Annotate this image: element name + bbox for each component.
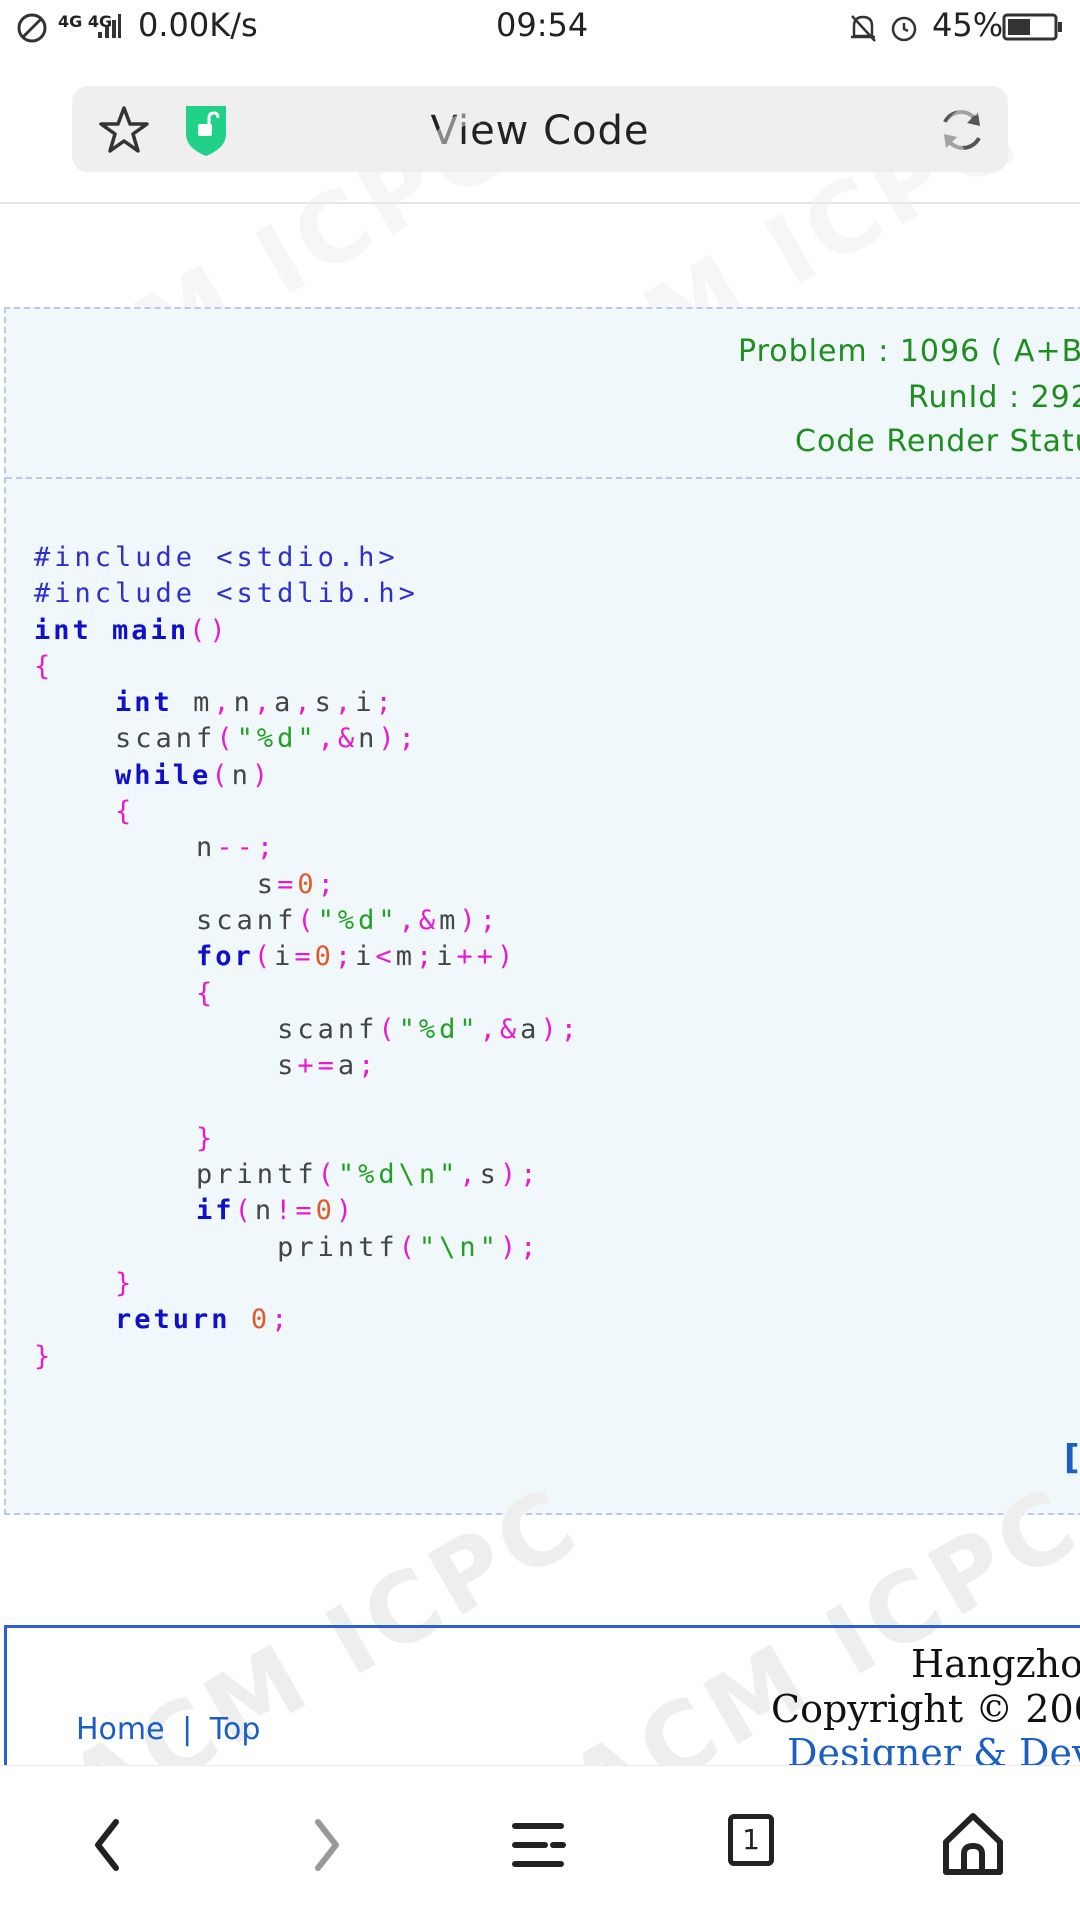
footer-copyright: Copyright © 2005 [771,1687,1080,1731]
home-link[interactable]: Home [76,1712,165,1747]
code-line: { [196,977,217,1009]
do-not-disturb-icon [17,13,47,43]
code-line: n--; [34,832,278,864]
tabs-button[interactable]: 1 [712,1800,802,1890]
link-separator: | [182,1712,193,1747]
code-line: int m,n,a,s,i; [115,687,396,719]
source-code: #include <stdio.h> #include <stdlib.h> i… [34,540,581,1375]
footer-links: Home | Top [76,1712,260,1747]
run-id-label: RunId : 292 [908,380,1080,415]
code-line: return 0; [115,1304,292,1336]
code-line: scanf("%d",&n); [34,723,419,755]
signal-icon [98,14,121,38]
code-line: int main() [34,614,230,646]
bottom-navigation: 1 [0,1765,1080,1921]
code-line: } [34,1340,55,1372]
back-icon[interactable] [64,1800,154,1890]
alarm-icon [891,16,917,42]
code-render-status: Code Render Statu [795,424,1080,459]
battery-icon [1002,13,1062,41]
menu-icon[interactable] [495,1800,585,1890]
network-speed: 0.00K/s [138,6,258,44]
code-line: while(n) [115,759,273,791]
code-line: } [196,1122,217,1154]
code-line: printf("%d\n",s); [34,1159,541,1191]
code-line: for(i=0;i<m;i++) [196,941,518,973]
code-line: scanf("%d",&m); [34,904,500,936]
code-line: scanf("%d",&a); [34,1013,581,1045]
panel-separator [6,477,1080,479]
status-bar: 4G 4G 0.00K/s 09:54 45% [0,0,1080,56]
footer-university: Hangzho [911,1642,1080,1686]
code-line: { [34,650,55,682]
silent-bell-icon [851,15,876,42]
battery-percent: 45% [932,6,1004,44]
code-line: if(n!=0) [196,1195,357,1227]
code-line: } [115,1267,136,1299]
code-line: #include <stdlib.h> [34,578,419,610]
panel-corner-bracket: [ [1064,1438,1080,1478]
code-line: #include <stdio.h> [34,542,399,573]
code-line: { [115,796,136,828]
code-line: s=0; [34,868,338,900]
clock: 09:54 [496,6,589,44]
forward-icon[interactable] [280,1800,370,1890]
code-line: s+=a; [34,1050,379,1082]
tabs-icon: 1 [728,1814,774,1866]
tab-count: 1 [742,1823,760,1856]
home-icon[interactable] [928,1800,1018,1890]
code-line: printf("\n"); [34,1231,541,1263]
top-link[interactable]: Top [210,1712,261,1747]
problem-label: Problem : 1096 ( A+B [738,334,1080,369]
